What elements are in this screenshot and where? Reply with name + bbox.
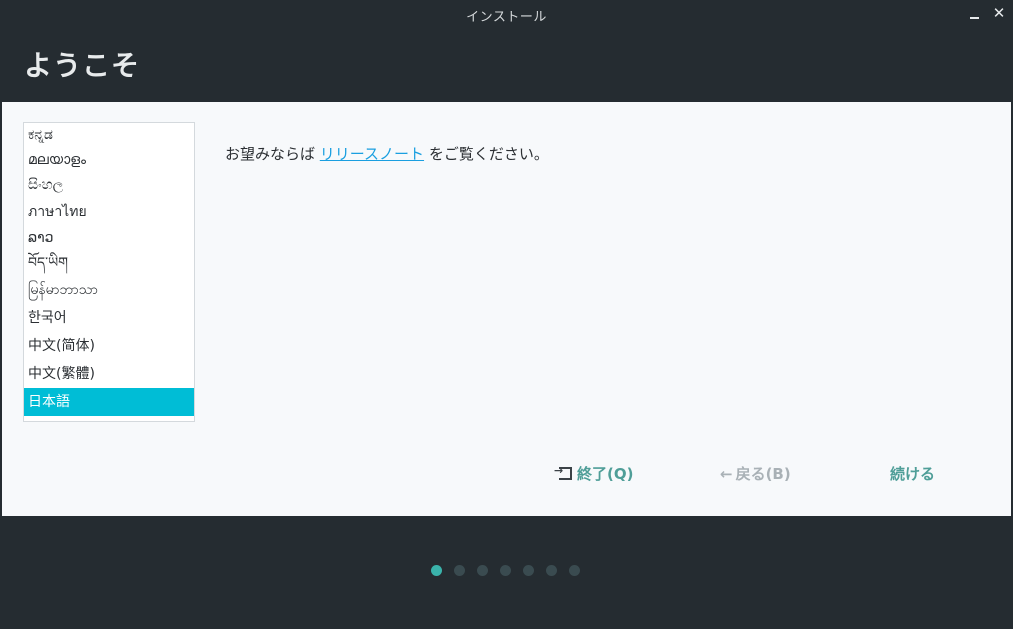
window-title: インストール [466, 10, 547, 25]
back-button-label: 戻る(B) [735, 465, 791, 483]
page-title: ようこそ [24, 49, 141, 82]
quit-button-label: 終了(Q) [577, 465, 634, 483]
close-button[interactable]: ✕ [990, 4, 1008, 22]
progress-dot [500, 565, 511, 576]
message-prefix: お望みならば [225, 145, 320, 163]
continue-button-label: 続ける [890, 465, 936, 483]
language-item[interactable]: 한국어 [24, 304, 194, 332]
language-item[interactable]: ಕನ್ನಡ [24, 123, 194, 148]
minimize-button[interactable] [966, 4, 984, 22]
page-header: ようこそ [0, 28, 1013, 102]
progress-dot [431, 565, 442, 576]
window-titlebar: インストール ✕ [0, 0, 1013, 28]
language-item[interactable]: 日本語 [24, 388, 194, 416]
language-item[interactable]: မြန်မာဘာသာ [24, 276, 194, 304]
arrow-left-icon: ← [720, 465, 733, 483]
language-list[interactable]: ಕನ್ನಡ മലയാളം සිංහල ภาษาไทย ລາວ བོད་ཡིག မြန်မာဘ… [23, 122, 195, 422]
continue-button[interactable]: 続ける [890, 463, 935, 484]
message-suffix: をご覧ください。 [424, 145, 549, 163]
content-panel: ಕನ್ನಡ മലയാളം සිංහල ภาษาไทย ລາວ བོད་ཡིག မြန်မာဘ… [2, 102, 1011, 516]
exit-icon [554, 464, 572, 480]
language-item[interactable]: 中文(繁體) [24, 360, 194, 388]
language-item[interactable]: മലയാളം [24, 148, 194, 173]
release-notes-message: お望みならば リリースノート をご覧ください。 [225, 143, 549, 164]
progress-dot [546, 565, 557, 576]
back-button[interactable]: ← 戻る(B) [720, 463, 791, 484]
progress-dot [454, 565, 465, 576]
progress-dot [477, 565, 488, 576]
language-item[interactable]: བོད་ཡིག [24, 251, 194, 276]
progress-dot [569, 565, 580, 576]
language-item[interactable]: 中文(简体) [24, 332, 194, 360]
release-notes-link[interactable]: リリースノート [320, 145, 424, 163]
quit-button[interactable]: 終了(Q) [554, 463, 634, 484]
language-item[interactable]: සිංහල [24, 173, 194, 198]
language-item[interactable]: ລາວ [24, 226, 194, 251]
progress-dot [523, 565, 534, 576]
language-item[interactable]: ภาษาไทย [24, 198, 194, 226]
